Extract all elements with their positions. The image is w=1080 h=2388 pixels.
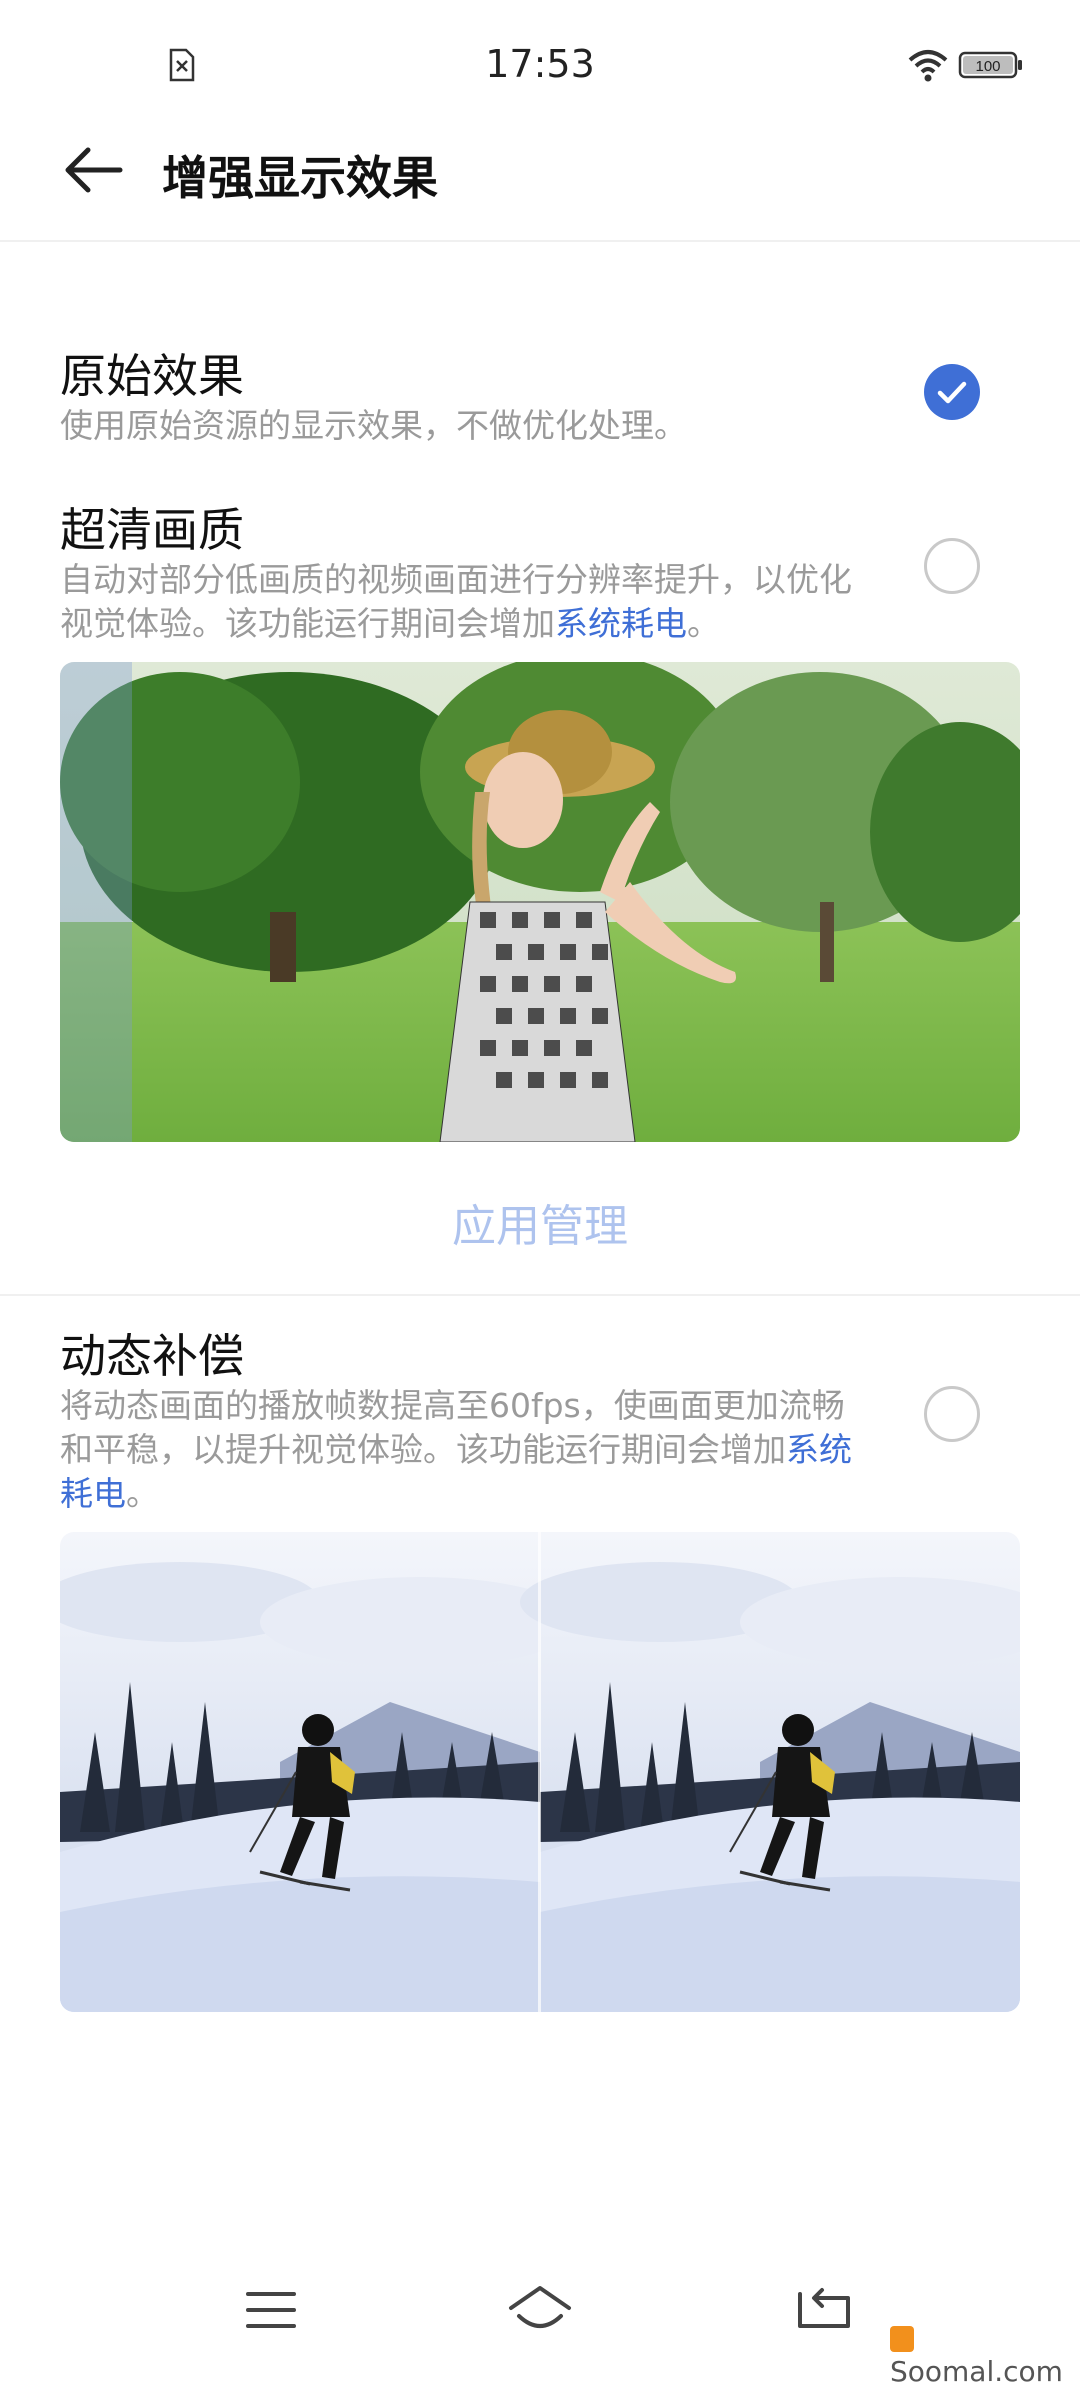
option-desc: 将动态画面的播放帧数提高至60fps，使画面更加流畅和平稳，以提升视觉体验。该功… [60, 1384, 870, 1516]
radio-selected[interactable] [924, 364, 980, 420]
radio-unselected[interactable] [924, 1386, 980, 1442]
option-title: 动态补偿 [60, 1329, 244, 1383]
watermark-text: Soomal.com [890, 2355, 1063, 2388]
header-divider [0, 240, 1080, 242]
back-arrow-icon[interactable] [60, 140, 130, 200]
menu-icon[interactable] [236, 2280, 306, 2340]
battery-level: 100 [975, 58, 1000, 75]
desc-text: 自动对部分低画质的视频画面进行分辨率提升，以优化视觉体验。该功能运行期间会增加 [60, 560, 852, 643]
desc-end: 。 [126, 1474, 159, 1513]
desc-text: 将动态画面的播放帧数提高至60fps，使画面更加流畅和平稳，以提升视觉体验。该功… [60, 1386, 845, 1469]
motion-compensation-preview-image [60, 1532, 1020, 2012]
app-management-link[interactable]: 应用管理 [0, 1190, 1080, 1254]
status-bar: 17:53 100 [0, 0, 1080, 130]
option-title: 超清画质 [60, 503, 244, 557]
battery-icon: 100 [958, 51, 1022, 79]
option-title: 原始效果 [60, 349, 244, 403]
super-resolution-preview-image [60, 662, 1020, 1142]
power-consumption-link[interactable]: 系统耗电 [555, 604, 687, 643]
return-icon[interactable] [788, 2280, 858, 2340]
option-desc: 自动对部分低画质的视频画面进行分辨率提升，以优化视觉体验。该功能运行期间会增加系… [60, 558, 870, 646]
radio-unselected[interactable] [924, 538, 980, 594]
check-icon [937, 381, 967, 404]
home-icon[interactable] [505, 2280, 575, 2340]
section-divider [0, 1294, 1080, 1296]
watermark-logo-icon [890, 2326, 914, 2352]
option-desc: 使用原始资源的显示效果，不做优化处理。 [60, 406, 687, 445]
wifi-icon [908, 50, 948, 82]
watermark: Soomal.com [890, 2322, 1080, 2388]
page-title: 增强显示效果 [162, 151, 438, 205]
desc-end: 。 [687, 604, 720, 643]
